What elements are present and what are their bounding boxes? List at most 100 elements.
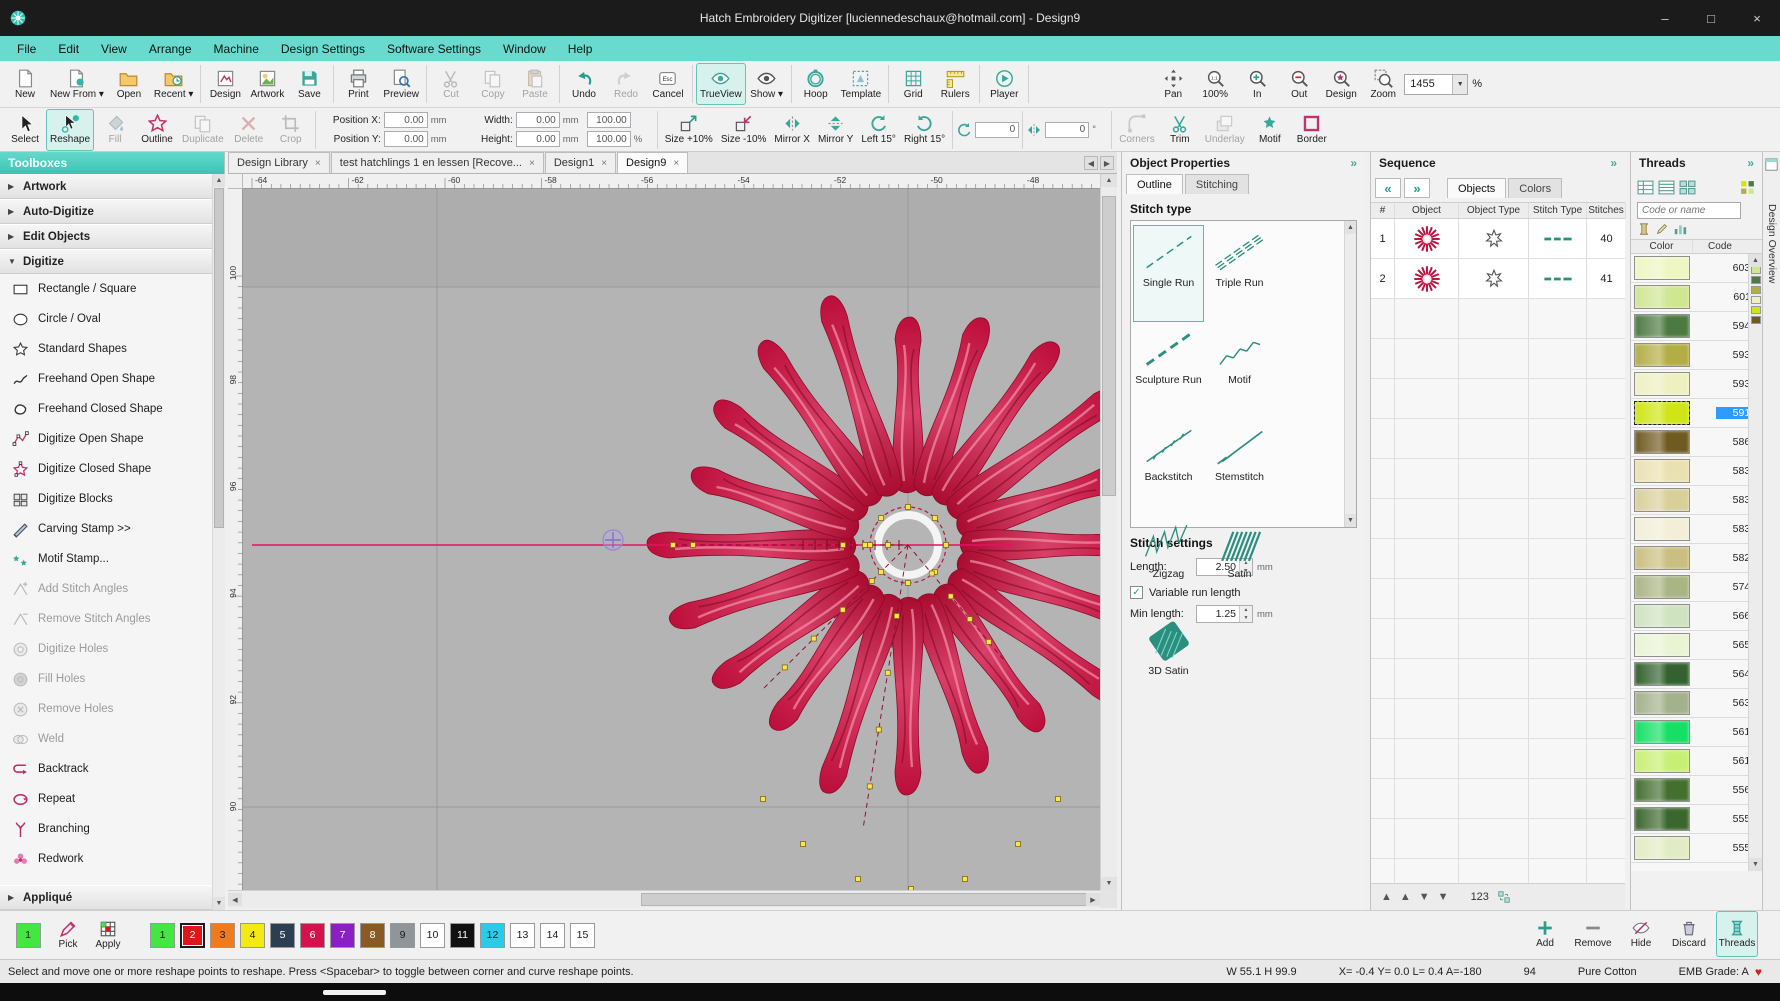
canvas-vertical-scrollbar[interactable]: ▲ ▼: [1100, 174, 1117, 890]
design-button[interactable]: Design: [1320, 63, 1362, 105]
scroll-left-icon[interactable]: ◀: [228, 893, 242, 906]
toolbox-item-backtrack[interactable]: Backtrack: [0, 754, 224, 784]
sequence-row[interactable]: 140: [1371, 219, 1625, 259]
toolbox-item-motif-stamp[interactable]: Motif Stamp...: [0, 544, 224, 574]
cut-button[interactable]: Cut: [430, 63, 472, 105]
delete-button[interactable]: Delete: [228, 109, 270, 151]
toolbox-item-rectangle-square[interactable]: Rectangle / Square: [0, 274, 224, 304]
apply-palette-button[interactable]: Apply: [88, 912, 128, 958]
thread-row-6031[interactable]: 6031: [1631, 254, 1762, 283]
motif-button[interactable]: Motif: [1249, 109, 1291, 151]
toolbox-item-repeat[interactable]: Repeat: [0, 784, 224, 814]
save-button[interactable]: Save: [288, 63, 330, 105]
toolbox-item-branching[interactable]: Branching: [0, 814, 224, 844]
toolbox-item-circle-oval[interactable]: Circle / Oval: [0, 304, 224, 334]
template-button[interactable]: Template: [837, 63, 886, 105]
undo-button[interactable]: Undo: [563, 63, 605, 105]
fill-button[interactable]: Fill: [94, 109, 136, 151]
scrollbar-thumb[interactable]: [1102, 196, 1116, 496]
close-tab-icon[interactable]: ×: [673, 158, 679, 169]
thread-chart-icon[interactable]: [1673, 222, 1687, 236]
palette-swatch-6[interactable]: 6: [300, 923, 325, 948]
player-button[interactable]: Player: [983, 63, 1025, 105]
skew-angle-input[interactable]: [1045, 122, 1089, 138]
palette-swatch-4[interactable]: 4: [240, 923, 265, 948]
threads-scrollbar[interactable]: ▲▼: [1748, 254, 1762, 871]
thread-row-5633[interactable]: 5633: [1631, 689, 1762, 718]
stitch-type-zigzag[interactable]: Zigzag: [1133, 516, 1204, 613]
design-button[interactable]: Design: [204, 63, 246, 105]
toolbox-item-remove-holes[interactable]: Remove Holes: [0, 694, 224, 724]
thread-row-6011[interactable]: 6011: [1631, 283, 1762, 312]
thread-row-5610[interactable]: 5610: [1631, 747, 1762, 776]
underlay-button[interactable]: Underlay: [1201, 109, 1249, 151]
position-y-input[interactable]: [384, 131, 428, 147]
palette-swatch-8[interactable]: 8: [360, 923, 385, 948]
width-input[interactable]: [516, 112, 560, 128]
sequence-forward-button[interactable]: »: [1404, 178, 1430, 198]
palette-swatch-2[interactable]: 2: [180, 923, 205, 948]
doc-tab-test-hatchlings-1-en-lessen-recove[interactable]: test hatchlings 1 en lessen [Recove...×: [331, 152, 544, 173]
outline-button[interactable]: Outline: [136, 109, 178, 151]
threads-button[interactable]: Threads: [1716, 911, 1758, 957]
stitch-type-sculpture-run[interactable]: Sculpture Run: [1133, 322, 1204, 419]
duplicate-button[interactable]: Duplicate: [178, 109, 228, 151]
toolbox-item-remove-stitch-angles[interactable]: Remove Stitch Angles: [0, 604, 224, 634]
tab-colors[interactable]: Colors: [1508, 178, 1562, 198]
redo-button[interactable]: Redo: [605, 63, 647, 105]
palette-swatch-5[interactable]: 5: [270, 923, 295, 948]
new-from-button[interactable]: New From ▾: [46, 63, 108, 105]
current-color-swatch[interactable]: 1: [16, 923, 41, 948]
menu-design-settings[interactable]: Design Settings: [270, 36, 376, 61]
toolboxes-scrollbar[interactable]: ▲ ▼: [212, 174, 225, 910]
toolbox-section-digitize[interactable]: ▼Digitize: [0, 249, 224, 274]
move-first-button[interactable]: ▲: [1381, 891, 1392, 903]
scroll-right-icon[interactable]: ▶: [1086, 893, 1100, 906]
scroll-down-icon[interactable]: ▼: [1749, 858, 1762, 871]
show-button[interactable]: Show ▾: [746, 63, 788, 105]
toolbox-section-auto-digitize[interactable]: ▶Auto-Digitize: [0, 199, 224, 224]
palette-swatch-14[interactable]: 14: [540, 923, 565, 948]
toolbox-item-digitize-blocks[interactable]: Digitize Blocks: [0, 484, 224, 514]
100-button[interactable]: 1:1100%: [1194, 63, 1236, 105]
reshape-button[interactable]: Reshape: [46, 109, 94, 151]
stitch-type-satin[interactable]: Satin: [1204, 516, 1275, 613]
current-color-tool[interactable]: 1: [8, 912, 48, 958]
thread-cards-icon[interactable]: [1679, 179, 1696, 196]
add-button[interactable]: Add: [1524, 911, 1566, 957]
thread-row-5830[interactable]: 5830: [1631, 515, 1762, 544]
move-last-button[interactable]: ▼: [1438, 891, 1449, 903]
scrollbar-thumb[interactable]: [214, 188, 224, 528]
toolbox-item-digitize-open-shape[interactable]: Digitize Open Shape: [0, 424, 224, 454]
toolbox-section-artwork[interactable]: ▶Artwork: [0, 174, 224, 199]
thread-row-5555[interactable]: 5555: [1631, 805, 1762, 834]
stitch-type-triple-run[interactable]: Triple Run: [1204, 225, 1275, 322]
toolbox-item-digitize-closed-shape[interactable]: Digitize Closed Shape: [0, 454, 224, 484]
show-numbers-toggle[interactable]: 123: [1471, 891, 1489, 903]
stitch-type-backstitch[interactable]: Backstitch: [1133, 419, 1204, 516]
scroll-up-icon[interactable]: ▲: [1749, 254, 1762, 267]
left-15-button[interactable]: Left 15°: [857, 109, 900, 151]
scroll-up-icon[interactable]: ▲: [1101, 174, 1117, 187]
hide-button[interactable]: Hide: [1620, 911, 1662, 957]
tab-scroll-left-icon[interactable]: ◀: [1084, 156, 1098, 170]
height-input[interactable]: [516, 131, 560, 147]
paste-button[interactable]: Paste: [514, 63, 556, 105]
tab-outline[interactable]: Outline: [1126, 174, 1183, 194]
scrollbar-thumb[interactable]: [641, 893, 1096, 906]
zoom-level-combo[interactable]: 1455▼: [1404, 74, 1468, 95]
doc-tab-design-library[interactable]: Design Library×: [228, 152, 330, 173]
artwork-button[interactable]: Artwork: [246, 63, 288, 105]
menu-machine[interactable]: Machine: [203, 36, 270, 61]
toolbox-item-digitize-holes[interactable]: Digitize Holes: [0, 634, 224, 664]
thread-row-5822[interactable]: 5822: [1631, 544, 1762, 573]
close-tab-icon[interactable]: ×: [601, 158, 607, 169]
toolbox-item-freehand-open-shape[interactable]: Freehand Open Shape: [0, 364, 224, 394]
menu-view[interactable]: View: [90, 36, 138, 61]
grid-button[interactable]: Grid: [892, 63, 934, 105]
embroidery-design[interactable]: [243, 189, 1100, 890]
stitch-type-motif[interactable]: Motif: [1204, 322, 1275, 419]
menu-edit[interactable]: Edit: [47, 36, 90, 61]
scroll-up-icon[interactable]: ▲: [1345, 221, 1356, 234]
toolbox-item-add-stitch-angles[interactable]: Add Stitch Angles: [0, 574, 224, 604]
